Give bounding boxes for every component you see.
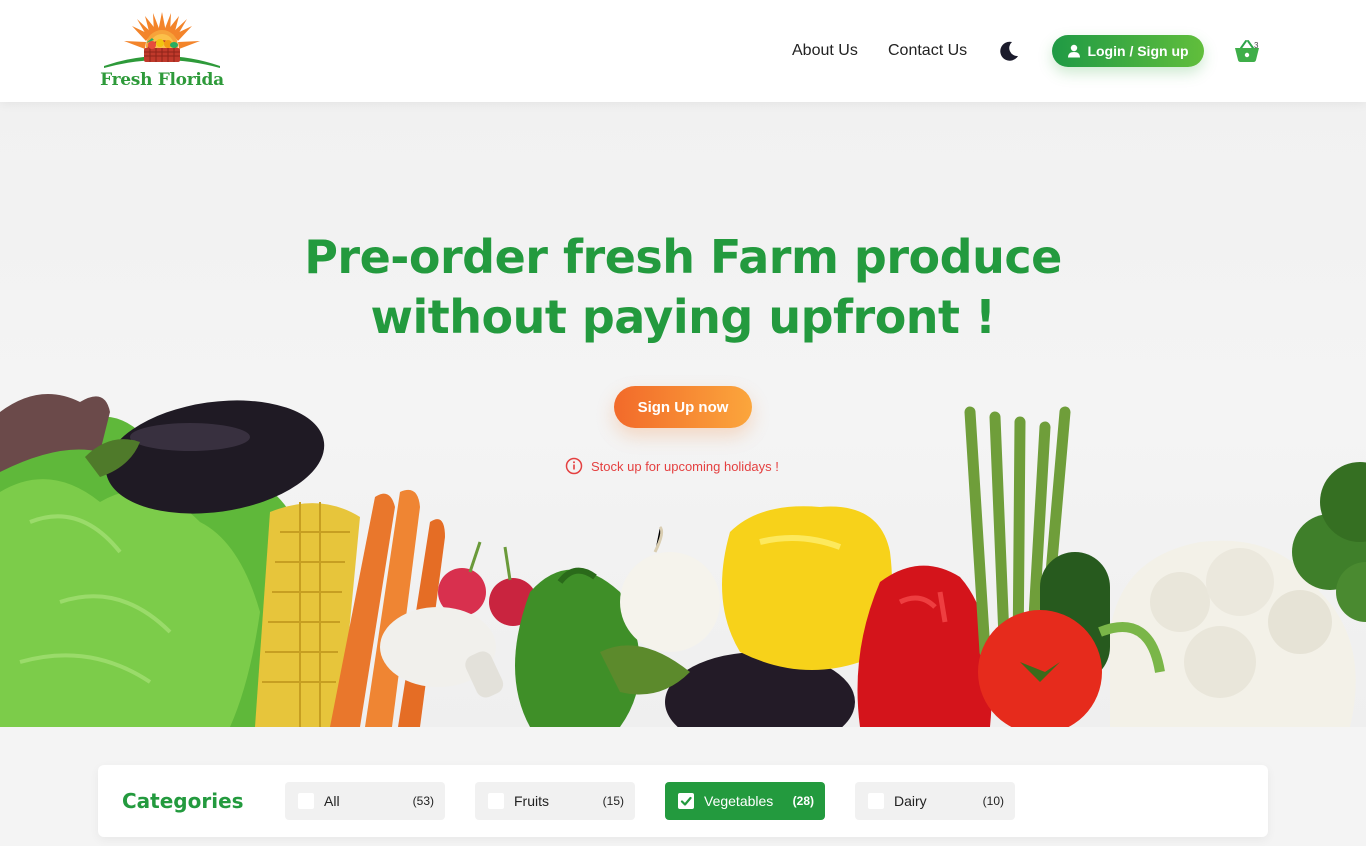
moon-icon[interactable] [998, 40, 1020, 62]
category-vegetables[interactable]: Vegetables (28) [665, 782, 825, 820]
category-all[interactable]: All (53) [285, 782, 445, 820]
info-icon [565, 457, 583, 475]
brand-name: Fresh Florida [100, 70, 224, 90]
category-count: (15) [602, 794, 624, 808]
holiday-notice: Stock up for upcoming holidays ! [565, 457, 779, 475]
hero-title: Pre-order fresh Farm produce without pay… [183, 227, 1183, 347]
vegetables-image [0, 394, 1366, 727]
category-fruits[interactable]: Fruits (15) [475, 782, 635, 820]
hero-title-line-1: Pre-order fresh Farm produce [304, 230, 1062, 284]
sign-up-now-button[interactable]: Sign Up now [614, 386, 752, 428]
login-signup-button[interactable]: Login / Sign up [1052, 35, 1204, 67]
cart-count-badge: 3 [1254, 41, 1259, 50]
category-label: Dairy [894, 793, 927, 809]
check-icon [680, 796, 692, 806]
nav-about-us[interactable]: About Us [792, 0, 858, 102]
category-count: (10) [982, 794, 1004, 808]
category-label: Vegetables [704, 793, 774, 809]
checkbox[interactable] [868, 793, 884, 809]
category-count: (28) [792, 794, 814, 808]
holiday-notice-text: Stock up for upcoming holidays ! [591, 458, 779, 474]
hero-section: Pre-order fresh Farm produce without pay… [0, 102, 1366, 727]
categories-title: Categories [122, 789, 244, 813]
checkbox-checked[interactable] [678, 793, 694, 809]
categories-bar: Categories All (53) Fruits (15) Vegetabl… [98, 765, 1268, 837]
brand-logo[interactable]: Fresh Florida [96, 10, 228, 94]
hero-title-line-2: without paying upfront ! [370, 290, 996, 344]
category-label: Fruits [514, 793, 549, 809]
checkbox[interactable] [488, 793, 504, 809]
category-label: All [324, 793, 340, 809]
logo-sun-basket-icon [104, 12, 220, 68]
category-count: (53) [412, 794, 434, 808]
site-header: Fresh Florida About Us Contact Us Login … [0, 0, 1366, 102]
nav-contact-us[interactable]: Contact Us [888, 0, 967, 102]
login-signup-label: Login / Sign up [1087, 43, 1189, 59]
category-dairy[interactable]: Dairy (10) [855, 782, 1015, 820]
user-icon [1068, 44, 1081, 58]
checkbox[interactable] [298, 793, 314, 809]
